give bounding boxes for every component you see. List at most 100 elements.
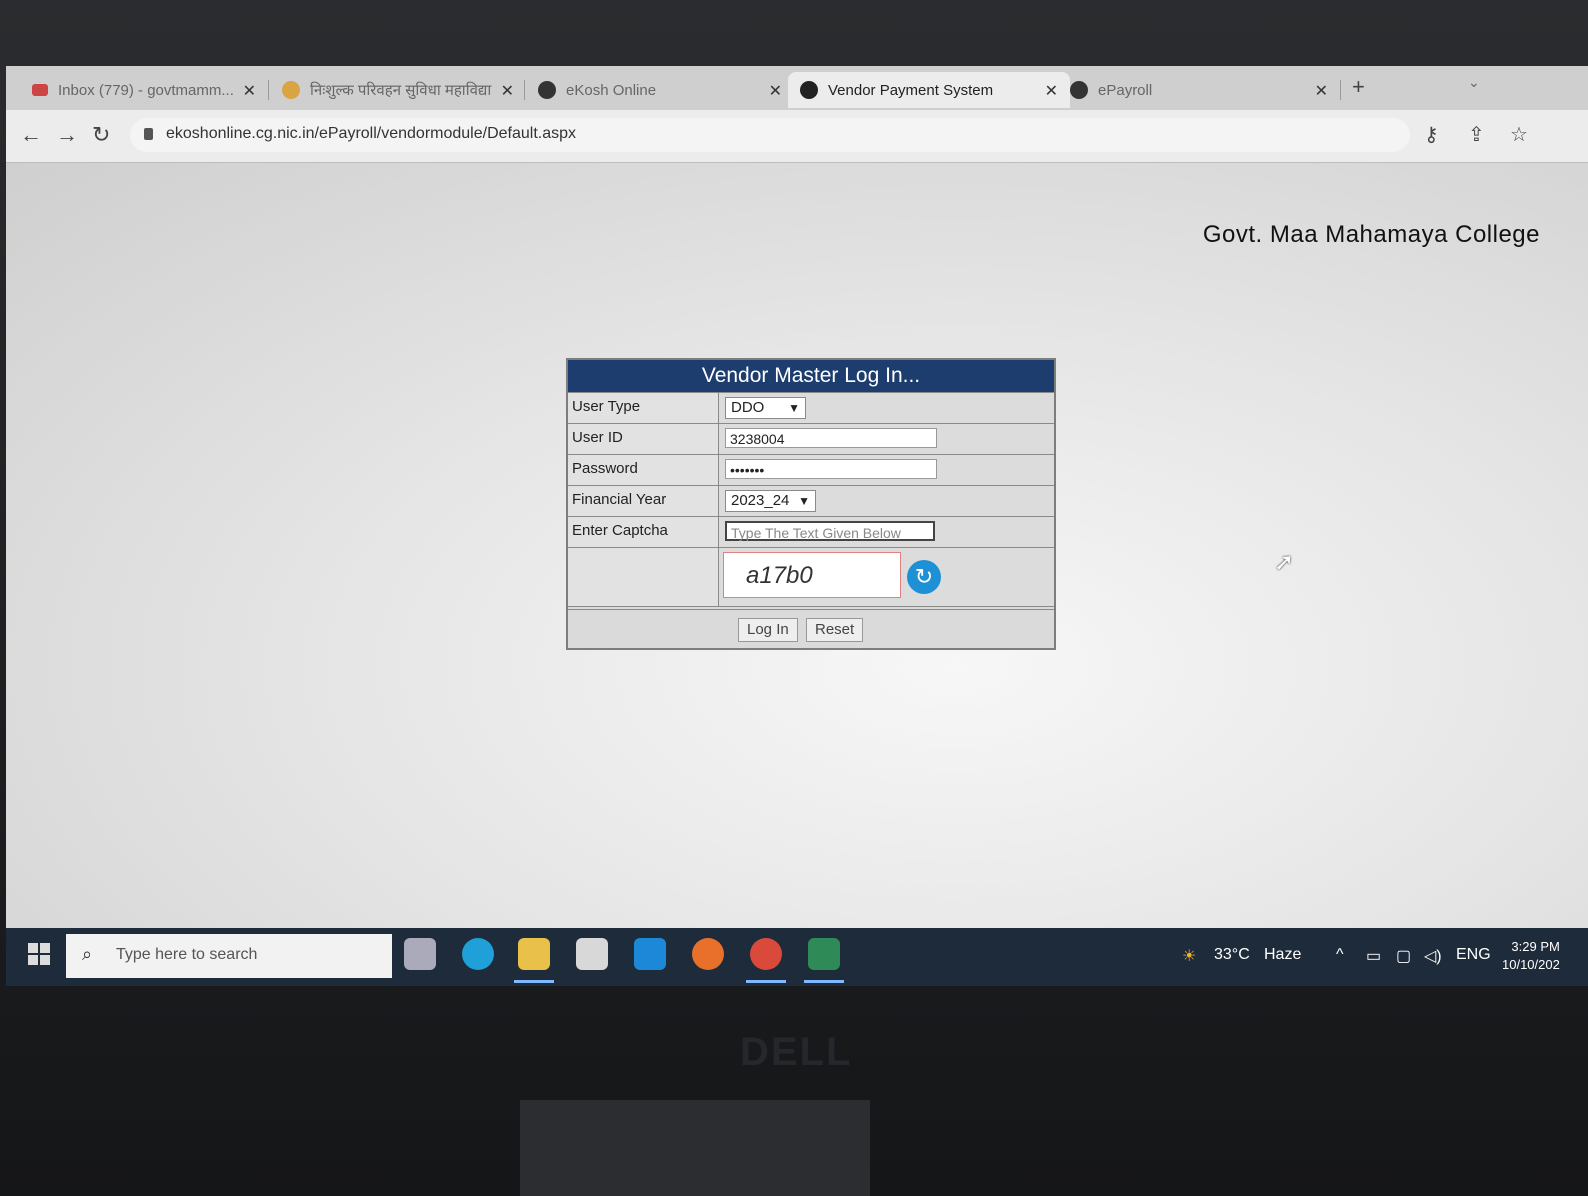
language-indicator[interactable]: ENG: [1456, 946, 1491, 964]
volume-icon[interactable]: ◁): [1424, 946, 1442, 966]
mail-icon[interactable]: [634, 938, 666, 970]
firefox-icon[interactable]: [692, 938, 724, 970]
captcha-input-row: Enter Captcha Type The Text Given Below: [568, 516, 1054, 547]
site-icon: [282, 81, 300, 99]
forward-arrow-icon[interactable]: →: [56, 122, 78, 148]
address-bar[interactable]: ekoshonline.cg.nic.in/ePayroll/vendormod…: [130, 118, 1410, 152]
store-icon[interactable]: [576, 938, 608, 970]
user-id-row: User ID 3238004: [568, 423, 1054, 454]
user-id-cell: 3238004: [719, 424, 1054, 454]
tab-label: Inbox (779) - govtmamm...: [58, 81, 234, 99]
network-icon[interactable]: ▭: [1366, 946, 1381, 966]
key-icon[interactable]: ⚷: [1424, 122, 1439, 147]
login-title: Vendor Master Log In...: [568, 360, 1054, 392]
monitor-stand: [520, 1100, 870, 1196]
captcha-input[interactable]: Type The Text Given Below: [725, 521, 935, 541]
user-type-label: User Type: [568, 393, 719, 423]
captcha-label: Enter Captcha: [568, 517, 719, 547]
close-icon[interactable]: ✕: [1315, 81, 1328, 101]
chevron-down-icon: ▼: [798, 494, 810, 508]
star-icon[interactable]: ☆: [1510, 122, 1528, 147]
active-indicator: [804, 980, 844, 983]
mouse-cursor-icon: ➚: [1274, 549, 1295, 576]
captcha-image-row: a17b0 ↻: [568, 547, 1054, 606]
file-explorer-icon[interactable]: [518, 938, 550, 970]
login-button[interactable]: Log In: [738, 618, 798, 642]
edge-icon[interactable]: [462, 938, 494, 970]
monitor-logo: DELL: [740, 1030, 853, 1074]
tab-vendor-payment[interactable]: Vendor Payment System ✕: [788, 72, 1070, 108]
task-view-icon[interactable]: [404, 938, 436, 970]
back-arrow-icon[interactable]: ←: [20, 122, 42, 148]
share-icon[interactable]: ⇪: [1468, 122, 1485, 147]
user-type-value: DDO: [731, 399, 765, 416]
search-icon: ⌕: [82, 944, 93, 964]
user-type-select[interactable]: DDO ▼: [725, 397, 806, 419]
captcha-empty-label: [568, 548, 719, 606]
chevron-up-icon[interactable]: ^: [1336, 946, 1344, 964]
tab-label: ePayroll: [1098, 81, 1153, 99]
windows-start-icon[interactable]: [28, 943, 50, 965]
user-id-input[interactable]: 3238004: [725, 428, 937, 448]
search-placeholder: Type here to search: [116, 946, 258, 963]
browser-toolbar: ← → ↻ ekoshonline.cg.nic.in/ePayroll/ven…: [6, 110, 1588, 163]
captcha-image-cell: a17b0 ↻: [719, 548, 1054, 606]
tab-epayroll[interactable]: ePayroll ✕: [1064, 72, 1340, 108]
tab-hindi[interactable]: निःशुल्क परिवहन सुविधा महाविद्या ✕: [276, 72, 526, 108]
captcha-input-cell: Type The Text Given Below: [719, 517, 1054, 547]
financial-year-value: 2023_24: [731, 492, 790, 509]
active-indicator: [514, 980, 554, 983]
tab-ekosh[interactable]: eKosh Online ✕: [532, 72, 794, 108]
display-icon[interactable]: ▢: [1396, 946, 1411, 966]
close-icon[interactable]: ✕: [243, 81, 256, 101]
password-row: Password •••••••: [568, 454, 1054, 485]
excel-icon[interactable]: [808, 938, 840, 970]
user-type-cell: DDO ▼: [719, 393, 1054, 423]
active-indicator: [746, 980, 786, 983]
close-icon[interactable]: ✕: [501, 81, 514, 101]
tab-strip: Inbox (779) - govtmamm... ✕ निःशुल्क परि…: [6, 66, 1588, 110]
college-name: Govt. Maa Mahamaya College: [1202, 221, 1540, 248]
close-icon[interactable]: ✕: [769, 81, 782, 101]
new-tab-button[interactable]: +: [1352, 74, 1365, 100]
screen: Inbox (779) - govtmamm... ✕ निःशुल्क परि…: [6, 66, 1588, 986]
tab-search-chevron-icon[interactable]: ⌄: [1468, 74, 1480, 91]
button-row: Log In Reset: [568, 606, 1054, 648]
clock-date: 10/10/202: [1502, 957, 1560, 972]
password-label: Password: [568, 455, 719, 485]
tab-separator: [268, 80, 269, 100]
globe-icon: [1070, 81, 1088, 99]
refresh-icon[interactable]: ↻: [907, 560, 941, 594]
taskbar-search[interactable]: ⌕ Type here to search: [66, 934, 392, 978]
chevron-down-icon: ▼: [788, 401, 800, 415]
lock-icon: [144, 128, 153, 140]
tab-gmail[interactable]: Inbox (779) - govtmamm... ✕: [24, 72, 268, 108]
clock-time: 3:29 PM: [1511, 939, 1560, 954]
close-icon[interactable]: ✕: [1045, 81, 1058, 101]
reload-icon[interactable]: ↻: [92, 122, 110, 148]
clock[interactable]: 3:29 PM 10/10/202: [1502, 938, 1560, 974]
user-type-row: User Type DDO ▼: [568, 392, 1054, 423]
weather-desc[interactable]: Haze: [1264, 946, 1301, 964]
url-text: ekoshonline.cg.nic.in/ePayroll/vendormod…: [166, 125, 577, 142]
globe-icon: [800, 81, 818, 99]
financial-year-label: Financial Year: [568, 486, 719, 516]
weather-temp[interactable]: 33°C: [1214, 946, 1250, 964]
login-form: Vendor Master Log In... User Type DDO ▼ …: [566, 358, 1056, 650]
globe-icon: [538, 81, 556, 99]
user-id-label: User ID: [568, 424, 719, 454]
taskbar: ⌕ Type here to search ☀ 33°C Haze ^ ▭ ▢ …: [6, 928, 1588, 986]
password-input[interactable]: •••••••: [725, 459, 937, 479]
financial-year-select[interactable]: 2023_24 ▼: [725, 490, 816, 512]
tab-label: eKosh Online: [566, 81, 657, 99]
page-content: Govt. Maa Mahamaya College Vendor Master…: [6, 163, 1588, 937]
chrome-icon[interactable]: [750, 938, 782, 970]
weather-icon: ☀: [1182, 948, 1197, 965]
tab-separator: [524, 80, 525, 100]
tab-label: Vendor Payment System: [828, 81, 994, 99]
gmail-icon: [32, 84, 48, 96]
tab-separator: [1340, 80, 1341, 100]
tab-label: निःशुल्क परिवहन सुविधा महाविद्या: [310, 82, 492, 99]
reset-button[interactable]: Reset: [806, 618, 864, 642]
financial-year-row: Financial Year 2023_24 ▼: [568, 485, 1054, 516]
